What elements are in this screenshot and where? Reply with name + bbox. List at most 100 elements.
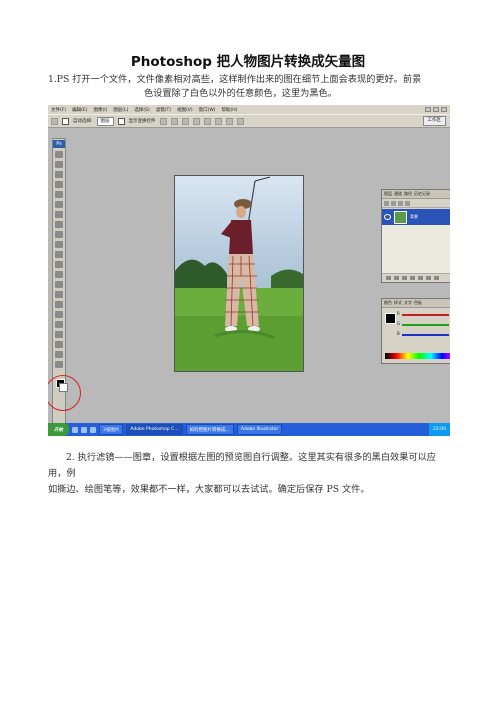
channel-r-label: R — [397, 311, 400, 316]
close-button[interactable] — [441, 107, 447, 112]
lasso-tool[interactable] — [55, 171, 63, 178]
tab-swatches[interactable]: 色板 — [414, 300, 422, 306]
task-browser[interactable]: 如何把图片转换成... — [185, 424, 234, 435]
menu-view[interactable]: 视图(V) — [177, 107, 193, 113]
menu-file[interactable]: 文件(F) — [51, 107, 66, 113]
quicklaunch-icon[interactable] — [81, 426, 87, 433]
type-tool[interactable] — [55, 301, 63, 308]
distribute-2-icon[interactable] — [236, 117, 244, 125]
clone-stamp-tool[interactable] — [55, 231, 63, 238]
slider-r[interactable] — [402, 314, 449, 316]
layer-background[interactable]: 背景 — [382, 209, 450, 225]
menu-layer[interactable]: 图层(L) — [113, 107, 128, 113]
color-spectrum[interactable] — [385, 353, 450, 359]
tab-text[interactable]: 文字 — [404, 300, 412, 306]
menu-window[interactable]: 窗口(W) — [199, 107, 216, 113]
auto-select-dropdown[interactable]: 图层 — [96, 116, 114, 126]
task-illustrator[interactable]: Adobe Illustrator — [236, 424, 283, 435]
start-button[interactable]: 开始 — [48, 423, 69, 436]
align-left-icon[interactable] — [192, 117, 200, 125]
gradient-tool[interactable] — [55, 261, 63, 268]
quicklaunch-icon[interactable] — [90, 426, 96, 433]
slice-tool[interactable] — [55, 201, 63, 208]
step2-line2: 如撕边、绘图笔等，效果都不一样，大家都可以去试试。确定后保存 PS 文件。 — [48, 484, 370, 495]
eye-icon[interactable] — [384, 214, 391, 220]
show-transform-checkbox[interactable] — [117, 117, 125, 125]
page-title: Photoshop 把人物图片转换成矢量图 — [130, 54, 366, 70]
windows-taskbar: 开始 3张图片 Adobe Photoshop C... 如何把图片转换成...… — [48, 423, 450, 436]
color-panel-tabs: 颜色 样式 文字 色板 — [382, 299, 450, 308]
group-icon[interactable] — [418, 276, 423, 280]
fx-icon[interactable] — [394, 276, 399, 280]
tab-channels[interactable]: 通道 — [394, 191, 402, 197]
layers-footer — [382, 273, 450, 282]
document-canvas[interactable] — [174, 175, 304, 372]
menu-edit[interactable]: 编辑(E) — [72, 107, 87, 113]
distribute-icon[interactable] — [225, 117, 233, 125]
dodge-tool[interactable] — [55, 281, 63, 288]
eraser-tool[interactable] — [55, 251, 63, 258]
color-swatch[interactable] — [385, 313, 396, 324]
align-middle-icon[interactable] — [170, 117, 178, 125]
blur-tool[interactable] — [55, 271, 63, 278]
align-right-icon[interactable] — [214, 117, 222, 125]
mask-icon[interactable] — [402, 276, 407, 280]
layers-panel: 图层 通道 路径 历史记录 背景 — [381, 189, 450, 283]
adjustment-icon[interactable] — [410, 276, 415, 280]
channel-g-label: G — [397, 321, 401, 326]
layer-name: 背景 — [410, 214, 418, 219]
eyedropper-tool[interactable] — [55, 341, 63, 348]
show-transform-label: 显示变换控件 — [128, 119, 156, 124]
tab-color[interactable]: 颜色 — [384, 300, 392, 306]
magic-wand-tool[interactable] — [55, 181, 63, 188]
minimize-button[interactable] — [425, 107, 431, 112]
menu-help[interactable]: 帮助(H) — [222, 107, 238, 113]
task-folder[interactable]: 3张图片 — [99, 424, 124, 435]
move-tool[interactable] — [55, 151, 63, 158]
color-panel: 颜色 样式 文字 色板 R 0 G 0 B 0 — [381, 298, 450, 364]
brush-tool[interactable] — [55, 221, 63, 228]
align-bottom-icon[interactable] — [181, 117, 189, 125]
photoshop-screenshot: 文件(F) 编辑(E) 图像(I) 图层(L) 选择(S) 滤镜(T) 视图(V… — [48, 105, 450, 436]
menu-image[interactable]: 图像(I) — [93, 107, 107, 113]
crop-tool[interactable] — [55, 191, 63, 198]
window-controls — [425, 107, 450, 112]
align-center-icon[interactable] — [203, 117, 211, 125]
new-layer-icon[interactable] — [426, 276, 431, 280]
marquee-tool[interactable] — [55, 161, 63, 168]
link-icon[interactable] — [386, 276, 391, 280]
step2-line1: 2. 执行滤镜——图章，设置根据左图的预览图自行调整。这里其实有很多的黑白效果可… — [48, 452, 436, 479]
zoom-tool[interactable] — [55, 361, 63, 368]
blend-mode-icon[interactable] — [384, 200, 389, 206]
history-brush-tool[interactable] — [55, 241, 63, 248]
tab-styles[interactable]: 样式 — [394, 300, 402, 306]
step2-paragraph: 2. 执行滤镜——图章，设置根据左图的预览图自行调整。这里其实有很多的黑白效果可… — [48, 450, 450, 498]
tab-history[interactable]: 历史记录 — [414, 191, 430, 197]
path-select-tool[interactable] — [55, 311, 63, 318]
move-tool-icon[interactable] — [51, 117, 58, 125]
shape-tool[interactable] — [55, 321, 63, 328]
trash-icon[interactable] — [434, 276, 439, 280]
lock-icon[interactable] — [398, 200, 403, 206]
layers-panel-tabs: 图层 通道 路径 历史记录 — [382, 190, 450, 199]
fill-icon[interactable] — [405, 200, 410, 206]
task-photoshop[interactable]: Adobe Photoshop C... — [126, 424, 183, 435]
slider-b[interactable] — [402, 334, 449, 336]
pen-tool[interactable] — [55, 291, 63, 298]
hand-tool[interactable] — [55, 351, 63, 358]
auto-select-checkbox[interactable] — [62, 117, 69, 125]
menu-select[interactable]: 选择(S) — [134, 107, 149, 113]
menu-filter[interactable]: 滤镜(T) — [156, 107, 171, 113]
layer-options-row — [382, 199, 450, 208]
maximize-button[interactable] — [433, 107, 439, 112]
tab-layers[interactable]: 图层 — [384, 191, 392, 197]
auto-select-label: 自动选择: — [73, 119, 93, 124]
notes-tool[interactable] — [55, 331, 63, 338]
slider-g[interactable] — [402, 324, 449, 326]
opacity-icon[interactable] — [391, 200, 396, 206]
workspace-button[interactable]: 工作区 — [422, 116, 446, 126]
healing-brush-tool[interactable] — [55, 211, 63, 218]
tab-paths[interactable]: 路径 — [404, 191, 412, 197]
align-top-icon[interactable] — [159, 117, 167, 125]
quicklaunch-icon[interactable] — [72, 426, 78, 433]
